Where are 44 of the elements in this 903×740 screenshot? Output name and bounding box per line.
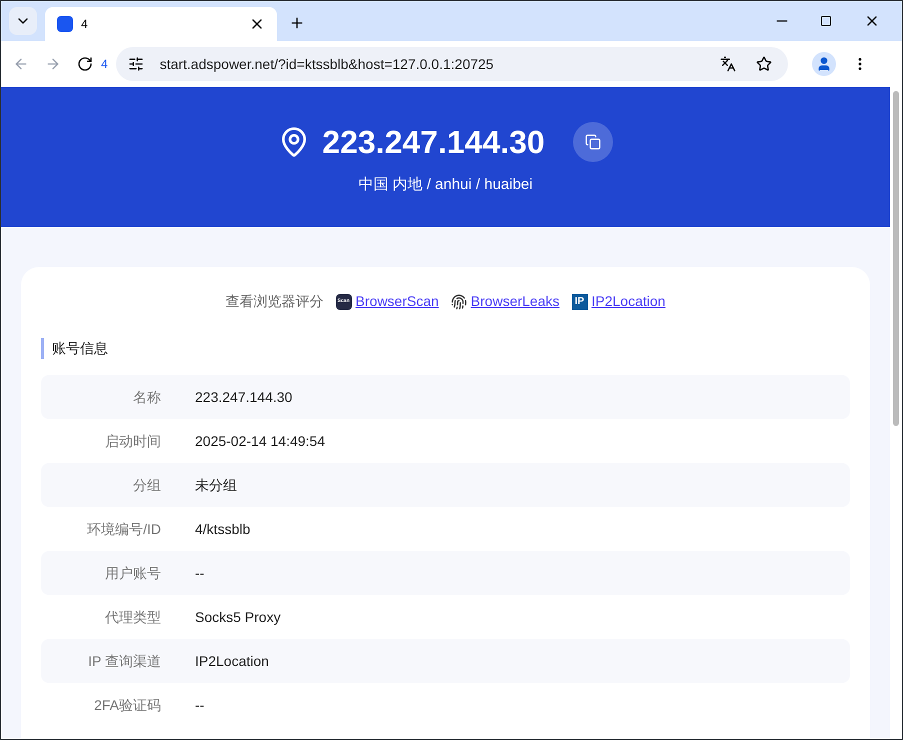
browser-tab[interactable]: 4 bbox=[45, 7, 277, 41]
row-value: 未分组 bbox=[195, 476, 237, 494]
url-text: start.adspower.net/?id=ktssblb&host=127.0.0.1:20725 bbox=[160, 54, 495, 74]
score-link[interactable]: BrowserLeaks bbox=[470, 291, 560, 312]
tab-search-button[interactable] bbox=[9, 7, 37, 35]
row-label: 用户账号 bbox=[104, 564, 161, 582]
row-label: 分组 bbox=[132, 476, 161, 494]
site-settings-icon[interactable] bbox=[128, 56, 144, 72]
bookmark-star-icon[interactable] bbox=[756, 56, 772, 72]
address-bar[interactable]: start.adspower.net/?id=ktssblb&host=127.0.0.1:20725 bbox=[116, 47, 788, 81]
copy-button[interactable] bbox=[572, 122, 613, 162]
new-tab-icon[interactable] bbox=[289, 15, 305, 31]
row-label: 名称 bbox=[132, 388, 161, 406]
translate-icon[interactable] bbox=[720, 56, 736, 72]
copy-icon bbox=[584, 134, 601, 150]
scrollbar[interactable] bbox=[890, 87, 902, 739]
row-value: 2025-02-14 14:49:54 bbox=[195, 432, 325, 450]
row-label: IP 查询渠道 bbox=[87, 652, 161, 670]
row-value: Socks5 Proxy bbox=[195, 608, 281, 627]
tab-title: 4 bbox=[81, 16, 89, 33]
reload-icon[interactable] bbox=[77, 56, 93, 72]
profile-avatar-icon[interactable] bbox=[812, 52, 836, 76]
row-label: 代理类型 bbox=[104, 608, 161, 626]
app-logo-icon bbox=[57, 16, 73, 32]
maximize-icon[interactable] bbox=[820, 15, 832, 27]
ip-address: 223.247.144.30 bbox=[322, 122, 545, 162]
back-icon[interactable] bbox=[13, 56, 29, 72]
tab-count: 4 bbox=[101, 56, 108, 73]
section-title: 账号信息 bbox=[41, 338, 850, 359]
score-link[interactable]: BrowserScan bbox=[356, 291, 439, 312]
row-value: IP2Location bbox=[195, 652, 269, 670]
row-value: 4/ktssblb bbox=[195, 520, 250, 538]
fingerprint-icon bbox=[450, 294, 467, 310]
row-value: 223.247.144.30 bbox=[195, 388, 292, 406]
row-label: 2FA验证码 bbox=[93, 696, 161, 714]
ip-location: 中国 内地 / anhui / huaibei bbox=[358, 174, 533, 195]
row-label: 环境编号/ID bbox=[86, 520, 161, 538]
row-value: -- bbox=[195, 696, 204, 714]
row-value: -- bbox=[195, 564, 204, 582]
score-link[interactable]: IP2Location bbox=[592, 291, 666, 312]
score-label: 查看浏览器评分 bbox=[226, 292, 324, 311]
ip-logo-icon: IP bbox=[572, 294, 588, 310]
row-label: 启动时间 bbox=[104, 432, 161, 450]
forward-icon[interactable] bbox=[45, 56, 61, 72]
